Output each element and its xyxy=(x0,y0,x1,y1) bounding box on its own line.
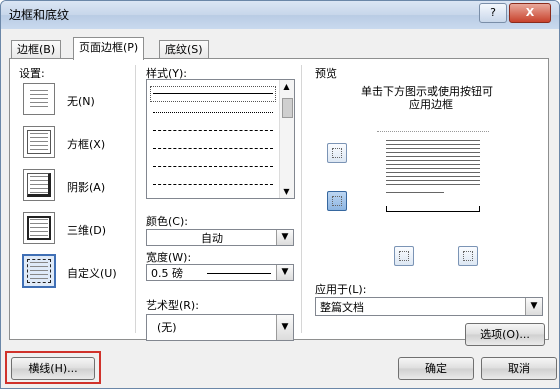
setting-3d-label[interactable]: 三维(D) xyxy=(67,222,106,238)
preview-page[interactable] xyxy=(377,131,489,217)
width-label: 宽度(W): xyxy=(146,251,192,264)
setting-custom-label[interactable]: 自定义(U) xyxy=(67,265,117,281)
setting-heading: 设置: xyxy=(19,67,45,80)
color-value: 自动 xyxy=(201,232,223,245)
setting-3d-icon[interactable] xyxy=(23,212,55,244)
close-button[interactable]: X xyxy=(509,3,551,23)
divider-right xyxy=(301,65,302,333)
art-select[interactable]: (无) ▼ xyxy=(146,314,294,341)
color-select[interactable]: 自动 ▼ xyxy=(146,229,294,246)
options-button[interactable]: 选项(O)... xyxy=(465,323,545,346)
top-border-icon[interactable] xyxy=(327,143,347,163)
tab-page-border[interactable]: 页面边框(P) xyxy=(73,37,145,60)
scroll-down-icon[interactable]: ▼ xyxy=(281,187,292,196)
style-option-dotted[interactable] xyxy=(153,112,273,113)
help-button[interactable]: ? xyxy=(479,3,507,23)
scroll-up-icon[interactable]: ▲ xyxy=(281,82,292,91)
highlight-outline xyxy=(5,351,101,384)
setting-shadow-icon[interactable] xyxy=(23,169,55,201)
ok-button[interactable]: 确定 xyxy=(398,357,474,380)
style-option-dashed[interactable] xyxy=(153,148,273,149)
chevron-down-icon[interactable]: ▼ xyxy=(276,230,293,245)
setting-none-label[interactable]: 无(N) xyxy=(67,93,95,109)
scroll-thumb[interactable] xyxy=(282,98,293,118)
setting-box-label[interactable]: 方框(X) xyxy=(67,136,105,152)
borders-shading-dialog: 边框和底纹 ? X 边框(B) 页面边框(P) 底纹(S) 设置: 无(N) 方… xyxy=(0,0,560,389)
style-option-solid[interactable] xyxy=(153,93,273,94)
style-option-dash-long[interactable] xyxy=(153,166,273,167)
apply-to-select[interactable]: 整篇文档 ▼ xyxy=(315,297,543,316)
width-value: 0.5 磅 xyxy=(151,267,183,280)
color-label: 颜色(C): xyxy=(146,215,188,228)
style-list[interactable]: ▲ ▼ xyxy=(146,79,295,199)
preview-heading: 预览 xyxy=(315,67,337,80)
chevron-down-icon[interactable]: ▼ xyxy=(525,298,542,315)
setting-shadow-label[interactable]: 阴影(A) xyxy=(67,179,105,195)
bottom-border-icon[interactable] xyxy=(327,191,347,211)
window-title: 边框和底纹 xyxy=(9,8,70,22)
divider-left xyxy=(135,65,136,333)
apply-to-value: 整篇文档 xyxy=(320,301,364,314)
art-value: (无) xyxy=(157,321,177,334)
title-bar: 边框和底纹 ? X xyxy=(1,1,559,29)
right-border-icon[interactable] xyxy=(458,246,478,266)
cancel-button[interactable]: 取消 xyxy=(481,357,557,380)
apply-to-label: 应用于(L): xyxy=(315,283,367,296)
style-scrollbar[interactable]: ▲ ▼ xyxy=(279,80,294,198)
tab-shading[interactable]: 底纹(S) xyxy=(159,40,209,59)
width-sample-line xyxy=(207,273,271,274)
style-selected-outline xyxy=(150,86,276,102)
style-option-dashed-small[interactable] xyxy=(153,130,273,131)
style-option-dash-dot[interactable] xyxy=(153,184,273,185)
left-border-icon[interactable] xyxy=(394,246,414,266)
tab-borders[interactable]: 边框(B) xyxy=(11,40,62,59)
preview-hint-line2: 应用边框 xyxy=(409,98,453,111)
setting-box-icon[interactable] xyxy=(23,126,55,158)
setting-custom-icon[interactable] xyxy=(22,254,56,288)
chevron-down-icon[interactable]: ▼ xyxy=(276,315,293,340)
art-label: 艺术型(R): xyxy=(146,299,199,312)
setting-none-icon[interactable] xyxy=(23,83,55,115)
width-select[interactable]: 0.5 磅 ▼ xyxy=(146,264,294,281)
chevron-down-icon[interactable]: ▼ xyxy=(276,265,293,280)
